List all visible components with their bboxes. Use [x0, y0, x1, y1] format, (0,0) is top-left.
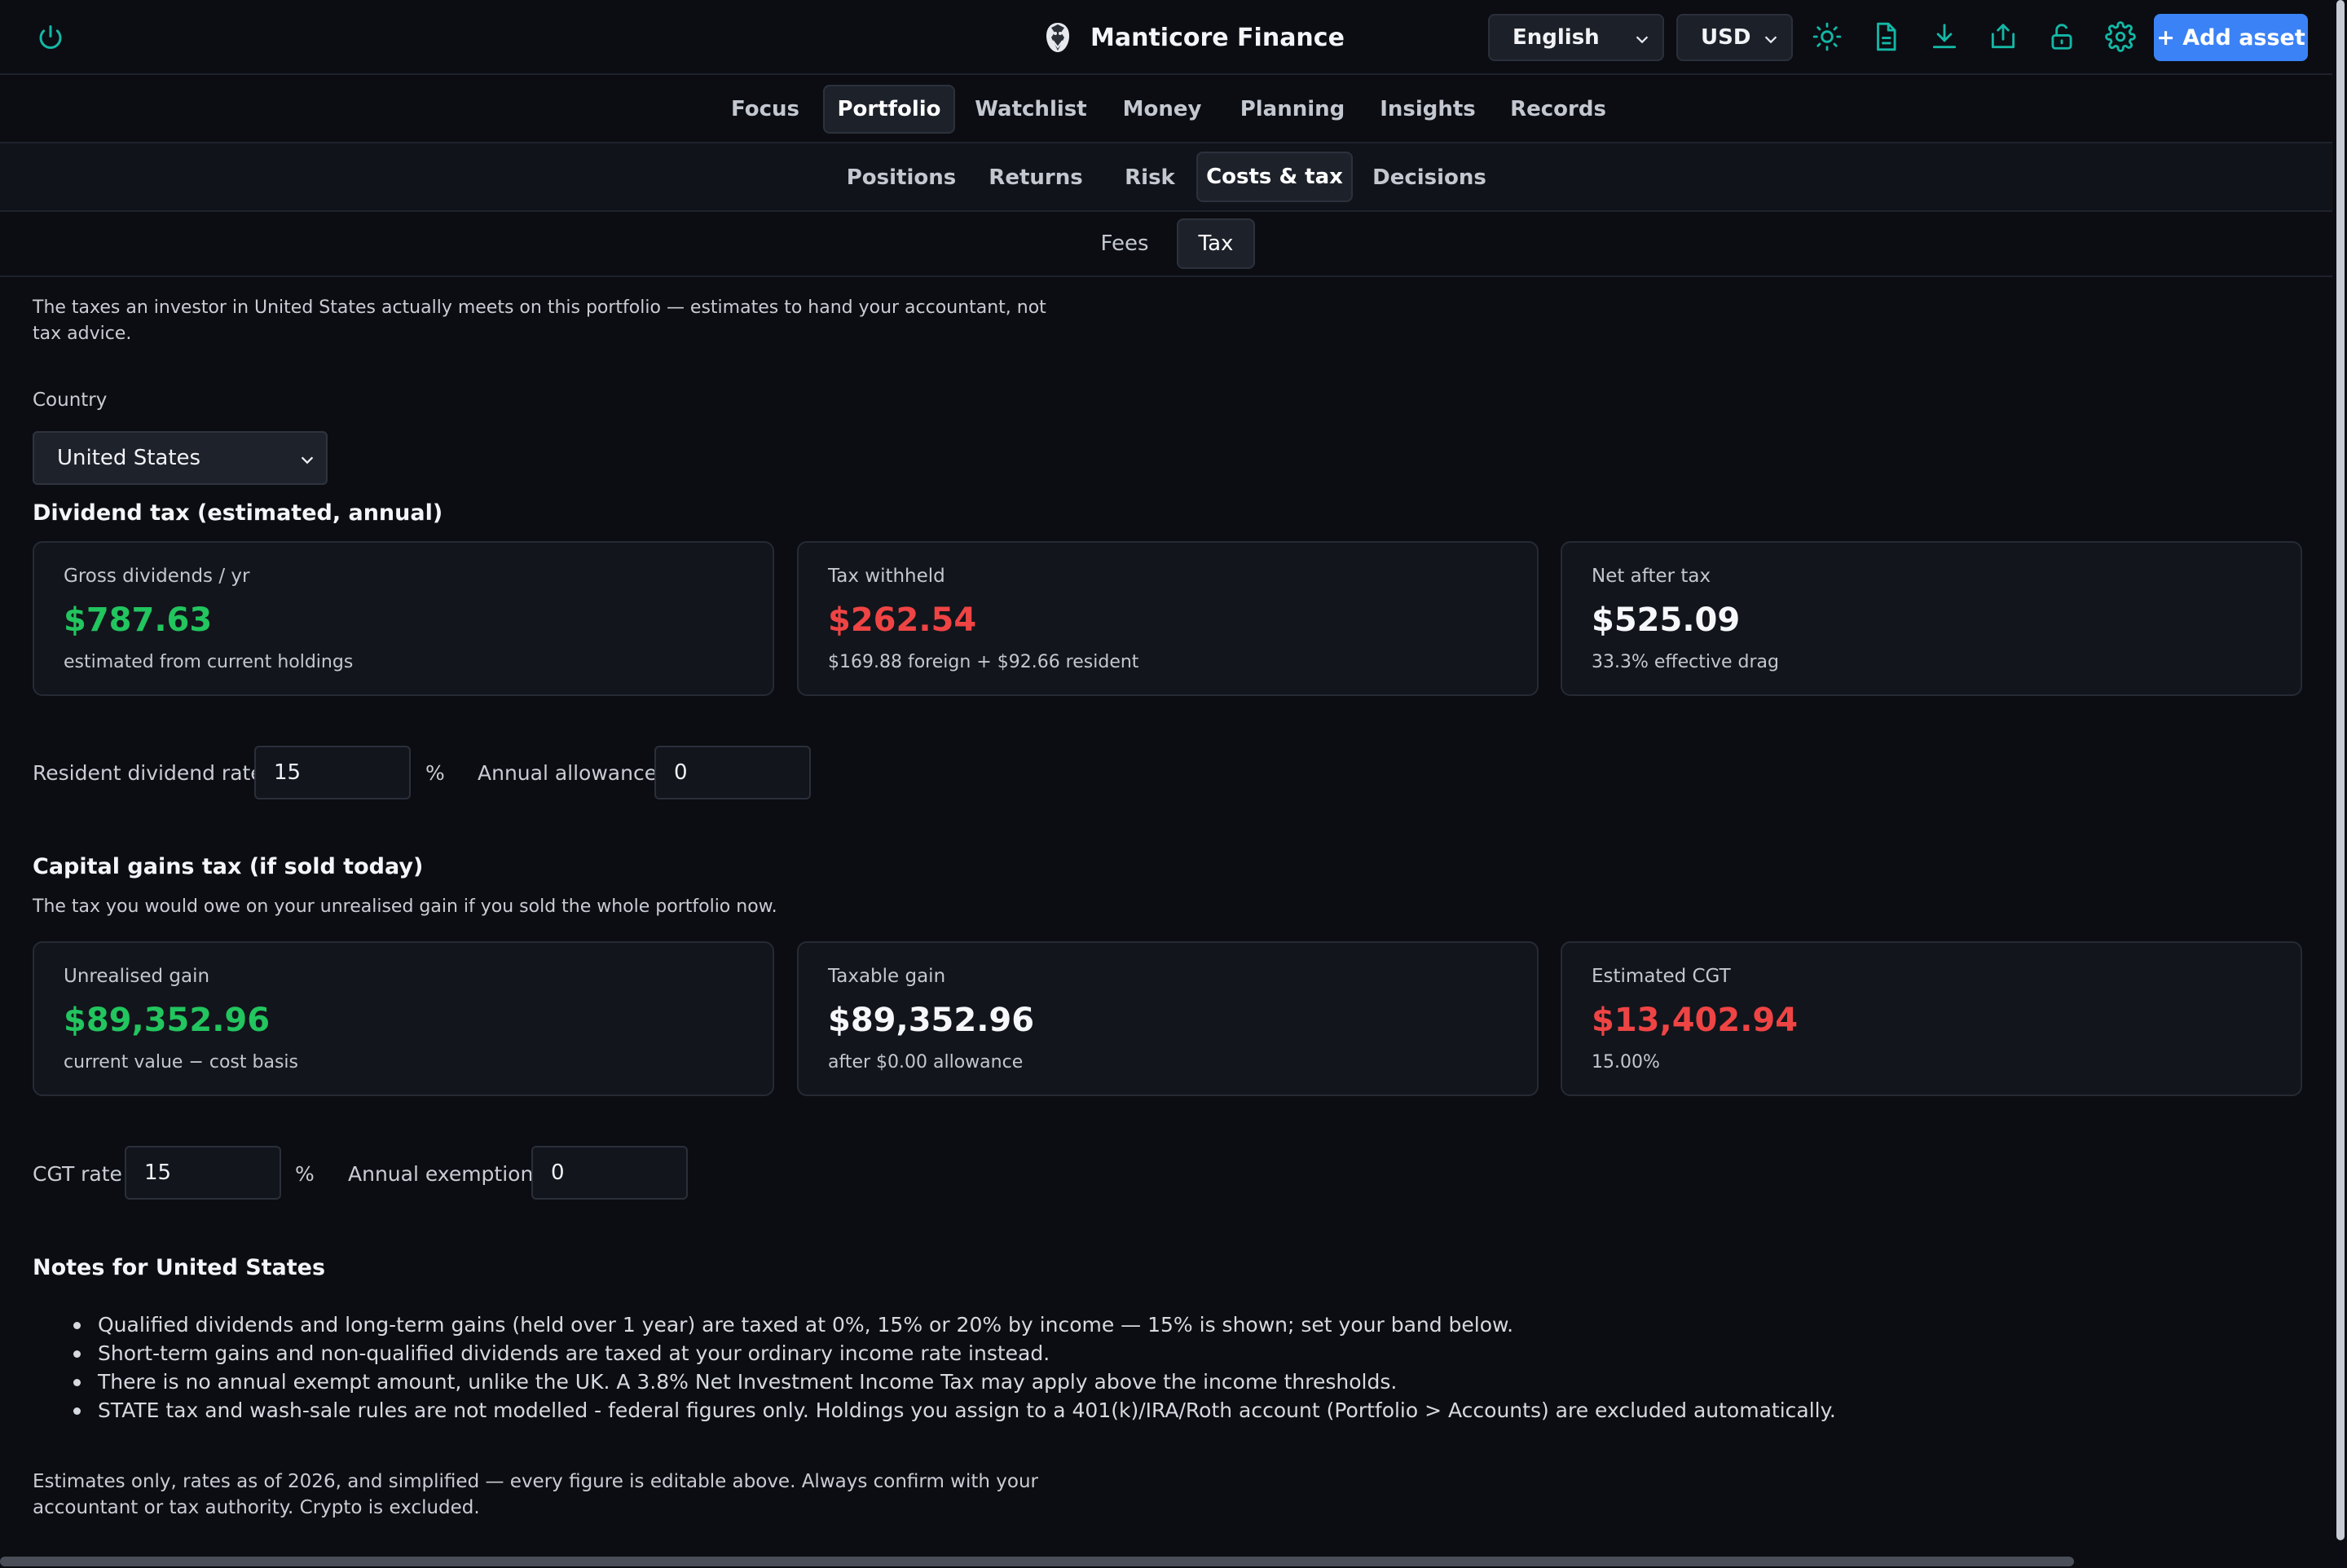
card-subtitle: 33.3% effective drag [1592, 652, 1779, 672]
tax-fees-switch: Fees Tax [0, 212, 2332, 277]
main-nav: Focus Portfolio Watchlist Money Planning… [0, 75, 2332, 143]
percent-unit: % [295, 1162, 315, 1186]
card-value: $262.54 [828, 601, 977, 639]
chevron-down-icon [1764, 36, 1777, 44]
share-icon[interactable] [1988, 21, 2019, 52]
country-label: Country [33, 390, 108, 411]
card-title: Net after tax [1592, 566, 1711, 587]
top-bar: Manticore Finance English USD + Add asse… [0, 0, 2332, 75]
horizontal-scrollbar-thumb[interactable] [0, 1557, 2074, 1566]
horizontal-scrollbar[interactable] [0, 1553, 2332, 1568]
cgt-rate-label: CGT rate [33, 1162, 122, 1186]
sub-nav: Positions Returns Risk Costs & tax Decis… [0, 143, 2332, 212]
annual-allowance-label: Annual allowance [478, 761, 658, 785]
net-after-tax-card: Net after tax $525.09 33.3% effective dr… [1561, 541, 2302, 696]
tab-portfolio[interactable]: Portfolio [823, 85, 955, 134]
card-title: Unrealised gain [64, 966, 210, 987]
notes-title: Notes for United States [33, 1255, 326, 1280]
cgt-rate-input[interactable]: 15 [125, 1146, 281, 1200]
cgt-section-title: Capital gains tax (if sold today) [33, 854, 424, 879]
add-asset-button[interactable]: + Add asset [2154, 14, 2308, 61]
tab-risk[interactable]: Risk [1113, 155, 1187, 200]
chevron-down-icon [1636, 36, 1649, 44]
vertical-scrollbar-thumb[interactable] [2336, 0, 2345, 1540]
language-select[interactable]: English [1488, 14, 1664, 61]
tab-fees[interactable]: Fees [1089, 220, 1160, 267]
tab-focus[interactable]: Focus [716, 86, 815, 132]
app-title: Manticore Finance [1090, 23, 1345, 52]
manticore-logo-icon [1046, 23, 1069, 52]
card-value: $13,402.94 [1592, 1002, 1799, 1039]
card-subtitle: current value − cost basis [64, 1052, 298, 1072]
tab-positions[interactable]: Positions [847, 155, 957, 200]
card-subtitle: $169.88 foreign + $92.66 resident [828, 652, 1139, 672]
list-item: Short-term gains and non-qualified divid… [73, 1339, 2054, 1368]
language-value: English [1513, 25, 1600, 50]
card-subtitle: estimated from current holdings [64, 652, 354, 672]
card-title: Tax withheld [828, 566, 945, 587]
tab-money[interactable]: Money [1105, 86, 1219, 132]
document-icon[interactable] [1870, 21, 1901, 52]
list-item: Qualified dividends and long-term gains … [73, 1310, 2054, 1339]
unlock-icon[interactable] [2046, 21, 2077, 52]
tab-costs-tax[interactable]: Costs & tax [1196, 152, 1353, 202]
intro-text: The taxes an investor in United States a… [33, 297, 1046, 344]
disclaimer-text: Estimates only, rates as of 2026, and si… [33, 1471, 1039, 1518]
resident-dividend-rate-label: Resident dividend rate [33, 761, 263, 785]
brand: Manticore Finance [1041, 18, 1345, 57]
currency-select[interactable]: USD [1676, 14, 1793, 61]
sun-icon[interactable] [1812, 21, 1843, 52]
tab-returns[interactable]: Returns [983, 155, 1089, 200]
app-window: Manticore Finance English USD + Add asse… [0, 0, 2332, 1568]
dividend-section-title: Dividend tax (estimated, annual) [33, 500, 443, 526]
tab-tax[interactable]: Tax [1177, 218, 1255, 269]
gross-dividends-card: Gross dividends / yr $787.63 estimated f… [33, 541, 774, 696]
list-item: There is no annual exempt amount, unlike… [73, 1368, 2054, 1396]
annual-exemption-input[interactable]: 0 [531, 1146, 688, 1200]
download-icon[interactable] [1929, 21, 1960, 52]
power-icon[interactable] [36, 23, 65, 52]
tab-watchlist[interactable]: Watchlist [970, 86, 1092, 132]
tab-decisions[interactable]: Decisions [1369, 155, 1490, 200]
vertical-scrollbar[interactable] [2332, 0, 2347, 1568]
annual-exemption-label: Annual exemption [348, 1162, 534, 1186]
chevron-down-icon [301, 456, 314, 465]
unrealised-gain-card: Unrealised gain $89,352.96 current value… [33, 941, 774, 1096]
cgt-section-subtitle: The tax you would owe on your unrealised… [33, 896, 777, 917]
tab-planning[interactable]: Planning [1232, 86, 1353, 132]
card-value: $89,352.96 [64, 1002, 271, 1039]
estimated-cgt-card: Estimated CGT $13,402.94 15.00% [1561, 941, 2302, 1096]
card-value: $787.63 [64, 601, 213, 639]
annual-allowance-input[interactable]: 0 [654, 746, 811, 799]
card-subtitle: after $0.00 allowance [828, 1052, 1024, 1072]
tab-insights[interactable]: Insights [1366, 86, 1490, 132]
card-subtitle: 15.00% [1592, 1052, 1660, 1072]
card-value: $525.09 [1592, 601, 1741, 639]
tab-records[interactable]: Records [1503, 86, 1614, 132]
country-value: United States [57, 446, 201, 470]
taxable-gain-card: Taxable gain $89,352.96 after $0.00 allo… [797, 941, 1539, 1096]
card-title: Gross dividends / yr [64, 566, 250, 587]
percent-unit: % [425, 761, 445, 785]
card-title: Estimated CGT [1592, 966, 1731, 987]
list-item: STATE tax and wash-sale rules are not mo… [73, 1396, 2054, 1425]
country-select[interactable]: United States [33, 431, 328, 485]
tax-withheld-card: Tax withheld $262.54 $169.88 foreign + $… [797, 541, 1539, 696]
currency-value: USD [1701, 25, 1751, 50]
card-value: $89,352.96 [828, 1002, 1035, 1039]
gear-icon[interactable] [2105, 21, 2136, 52]
notes-list: Qualified dividends and long-term gains … [73, 1310, 2054, 1425]
resident-dividend-rate-input[interactable]: 15 [254, 746, 411, 799]
card-title: Taxable gain [828, 966, 946, 987]
